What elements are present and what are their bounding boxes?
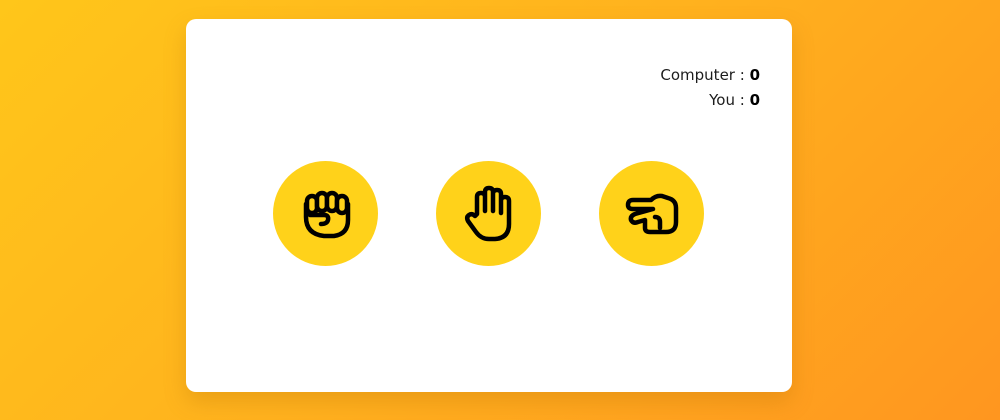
you-score-value: 0 (749, 91, 760, 109)
paper-button[interactable] (436, 161, 541, 266)
choice-buttons (273, 161, 704, 266)
computer-score-value: 0 (749, 66, 760, 84)
computer-score-line: Computer : 0 (660, 63, 760, 88)
rock-button[interactable] (273, 161, 378, 266)
fist-icon (296, 184, 356, 244)
game-card: Computer : 0 You : 0 (186, 19, 792, 392)
computer-score-label: Computer : (660, 66, 750, 84)
scissors-button[interactable] (599, 161, 704, 266)
scissors-hand-icon (622, 184, 682, 244)
scoreboard: Computer : 0 You : 0 (660, 63, 760, 113)
you-score-label: You : (709, 91, 750, 109)
you-score-line: You : 0 (660, 88, 760, 113)
open-hand-icon (459, 184, 519, 244)
